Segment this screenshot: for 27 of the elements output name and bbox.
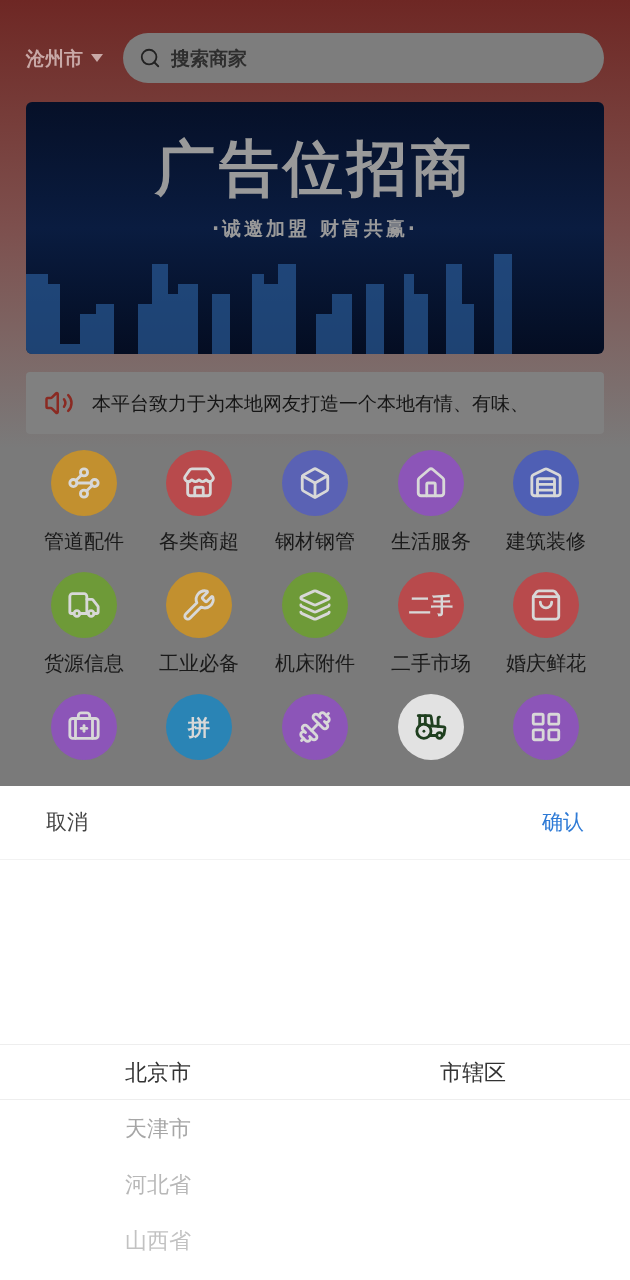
category-item[interactable]: 拼: [141, 694, 258, 760]
picker-option[interactable]: 北京市: [124, 1055, 191, 1089]
city-selector[interactable]: 沧州市: [26, 43, 103, 73]
caret-icon: [91, 54, 103, 62]
category-item[interactable]: 货源信息: [26, 572, 142, 678]
search-field[interactable]: 搜索商家: [123, 33, 604, 83]
sign-icon: 拼: [166, 694, 233, 760]
notice-bar[interactable]: 本平台致力于为本地网友打造一个本地有情、有味、: [26, 372, 604, 434]
category-item[interactable]: 钢材钢管: [257, 450, 373, 556]
category-item[interactable]: 各类商超: [141, 450, 258, 556]
search-icon: [139, 47, 161, 69]
banner-title: 广告位招商: [153, 132, 476, 204]
banner-subtitle: ·诚邀加盟 财富共赢·: [211, 216, 419, 241]
cancel-button[interactable]: 取消: [46, 806, 88, 839]
category-item[interactable]: 婚庆鲜花: [488, 572, 604, 678]
picker-option[interactable]: 天津市: [124, 1111, 191, 1145]
banner[interactable]: 广告位招商 ·诚邀加盟 财富共赢·: [26, 102, 604, 354]
category-item[interactable]: 二手 二手市场: [372, 572, 489, 678]
category-item[interactable]: 机床附件: [257, 572, 373, 678]
category-item[interactable]: 建筑装修: [488, 450, 604, 556]
sign-icon: 二手: [397, 572, 464, 638]
picker-option[interactable]: 市辖区: [439, 1055, 506, 1089]
confirm-button[interactable]: 确认: [542, 806, 584, 839]
category-item[interactable]: 生活服务: [372, 450, 489, 556]
category-item[interactable]: 管道配件: [26, 450, 142, 556]
category-item[interactable]: 工业必备: [141, 572, 258, 678]
notice-text: 本平台致力于为本地网友打造一个本地有情、有味、: [92, 390, 529, 416]
